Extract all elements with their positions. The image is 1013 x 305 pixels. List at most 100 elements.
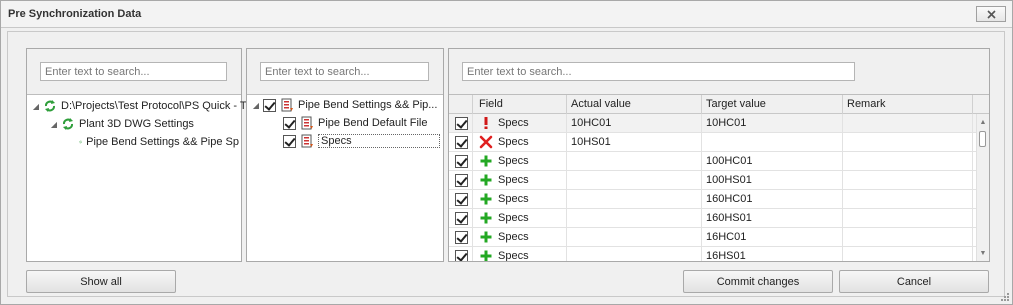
field-text: Specs	[498, 231, 529, 243]
row-checkbox-cell[interactable]	[449, 171, 473, 189]
vertical-scrollbar[interactable]: ▲ ▼	[976, 114, 989, 261]
actual-value-cell[interactable]	[567, 209, 702, 227]
scrollbar-thumb[interactable]	[979, 131, 986, 147]
scroll-down-icon[interactable]: ▼	[977, 247, 989, 259]
column-header-remark[interactable]: Remark	[843, 95, 973, 114]
tree-item-label: D:\Projects\Test Protocol\PS Quick - T	[61, 100, 247, 112]
target-value-cell[interactable]: 160HS01	[702, 209, 843, 227]
column-header-target[interactable]: Target value	[702, 95, 843, 114]
table-row[interactable]: Specs 10HC01 10HC01	[449, 114, 976, 133]
target-value-cell[interactable]: 100HS01	[702, 171, 843, 189]
row-checkbox-cell[interactable]	[449, 114, 473, 132]
collapse-icon[interactable]: ◢	[47, 120, 61, 129]
actual-value-cell[interactable]	[567, 247, 702, 261]
checkbox[interactable]	[455, 154, 468, 168]
settings-tree-panel: ◢ Pipe Bend Settings && Pip...	[246, 48, 444, 262]
actual-value-cell[interactable]	[567, 152, 702, 170]
target-value-cell[interactable]	[702, 133, 843, 151]
content-area: ◢ D:\Projects\Test Protocol\PS Quick - T…	[7, 31, 1005, 297]
field-cell[interactable]: Specs	[473, 133, 567, 151]
row-checkbox-cell[interactable]	[449, 209, 473, 227]
grid-search-input[interactable]	[462, 62, 855, 81]
target-value-cell[interactable]: 100HC01	[702, 152, 843, 170]
target-value-cell[interactable]: 16HC01	[702, 228, 843, 246]
grid-search-header	[449, 49, 989, 95]
actual-value-cell[interactable]	[567, 190, 702, 208]
field-cell[interactable]: Specs	[473, 152, 567, 170]
target-value-cell[interactable]: 16HS01	[702, 247, 843, 261]
settings-search-input[interactable]	[260, 62, 429, 81]
remark-cell[interactable]	[843, 228, 973, 246]
table-row[interactable]: Specs 100HC01	[449, 152, 976, 171]
commit-changes-button[interactable]: Commit changes	[683, 270, 833, 293]
checkbox[interactable]	[455, 211, 468, 225]
row-checkbox-cell[interactable]	[449, 247, 473, 261]
checkbox[interactable]	[455, 230, 468, 244]
row-checkbox-cell[interactable]	[449, 152, 473, 170]
field-text: Specs	[498, 193, 529, 205]
field-cell[interactable]: Specs	[473, 114, 567, 132]
remark-cell[interactable]	[843, 171, 973, 189]
table-row[interactable]: Specs 100HS01	[449, 171, 976, 190]
show-all-button[interactable]: Show all	[26, 270, 176, 293]
actual-value-cell[interactable]: 10HC01	[567, 114, 702, 132]
target-value-cell[interactable]: 10HC01	[702, 114, 843, 132]
table-row[interactable]: Specs 160HS01	[449, 209, 976, 228]
remark-cell[interactable]	[843, 114, 973, 132]
checkbox[interactable]	[455, 135, 468, 149]
collapse-icon[interactable]: ◢	[249, 101, 263, 110]
field-cell[interactable]: Specs	[473, 171, 567, 189]
remark-cell[interactable]	[843, 152, 973, 170]
status-icon	[479, 173, 493, 187]
tree-item-project[interactable]: ◢ D:\Projects\Test Protocol\PS Quick - T	[29, 97, 247, 115]
column-header-check[interactable]	[449, 95, 473, 114]
checkbox[interactable]	[455, 249, 468, 261]
table-row[interactable]: Specs 16HC01	[449, 228, 976, 247]
actual-value-cell[interactable]: 10HS01	[567, 133, 702, 151]
remark-cell[interactable]	[843, 247, 973, 261]
row-checkbox-cell[interactable]	[449, 133, 473, 151]
row-checkbox-cell[interactable]	[449, 190, 473, 208]
cancel-button[interactable]: Cancel	[839, 270, 989, 293]
remark-cell[interactable]	[843, 133, 973, 151]
status-icon	[479, 249, 493, 261]
remark-cell[interactable]	[843, 190, 973, 208]
table-row[interactable]: Specs 16HS01	[449, 247, 976, 261]
tree-item-specs[interactable]: Specs	[283, 132, 440, 150]
checkbox[interactable]	[455, 192, 468, 206]
field-cell[interactable]: Specs	[473, 190, 567, 208]
tree-item-dwg-settings[interactable]: ◢ Plant 3D DWG Settings	[47, 115, 194, 133]
remark-cell[interactable]	[843, 209, 973, 227]
resize-grip-icon[interactable]	[1000, 292, 1010, 302]
checkbox[interactable]	[283, 134, 296, 148]
checkbox[interactable]	[283, 116, 296, 130]
tree-item-default-file[interactable]: Pipe Bend Default File	[283, 114, 427, 132]
checkbox[interactable]	[455, 116, 468, 130]
settings-list-icon	[281, 98, 293, 112]
collapse-icon[interactable]: ◢	[29, 102, 43, 111]
field-text: Specs	[498, 174, 529, 186]
scroll-up-icon[interactable]: ▲	[977, 116, 989, 128]
table-row[interactable]: Specs 10HS01	[449, 133, 976, 152]
field-cell[interactable]: Specs	[473, 247, 567, 261]
column-header-field[interactable]: Field	[473, 95, 567, 114]
grid-body: Specs 10HC01 10HC01 Specs 10HS01 Specs 100HC01…	[449, 114, 976, 261]
column-header-actual[interactable]: Actual value	[567, 95, 702, 114]
dialog-window: Pre Synchronization Data ◢ D:\Projects\T…	[0, 0, 1013, 305]
tree-item-pipe-bend-settings[interactable]: ◢ Pipe Bend Settings && Pip...	[249, 96, 437, 114]
tree-item-pipe-bend[interactable]: Pipe Bend Settings && Pipe Sp	[79, 133, 239, 151]
actual-value-cell[interactable]	[567, 228, 702, 246]
checkbox[interactable]	[263, 98, 276, 112]
checkbox[interactable]	[455, 173, 468, 187]
field-cell[interactable]: Specs	[473, 209, 567, 227]
sync-icon	[63, 118, 73, 130]
exclamation-icon	[484, 117, 488, 129]
field-cell[interactable]: Specs	[473, 228, 567, 246]
target-value-cell[interactable]: 160HC01	[702, 190, 843, 208]
actual-value-cell[interactable]	[567, 171, 702, 189]
row-checkbox-cell[interactable]	[449, 228, 473, 246]
close-button[interactable]	[976, 6, 1006, 22]
table-row[interactable]: Specs 160HC01	[449, 190, 976, 209]
window-title: Pre Synchronization Data	[8, 8, 142, 20]
project-search-input[interactable]	[40, 62, 227, 81]
